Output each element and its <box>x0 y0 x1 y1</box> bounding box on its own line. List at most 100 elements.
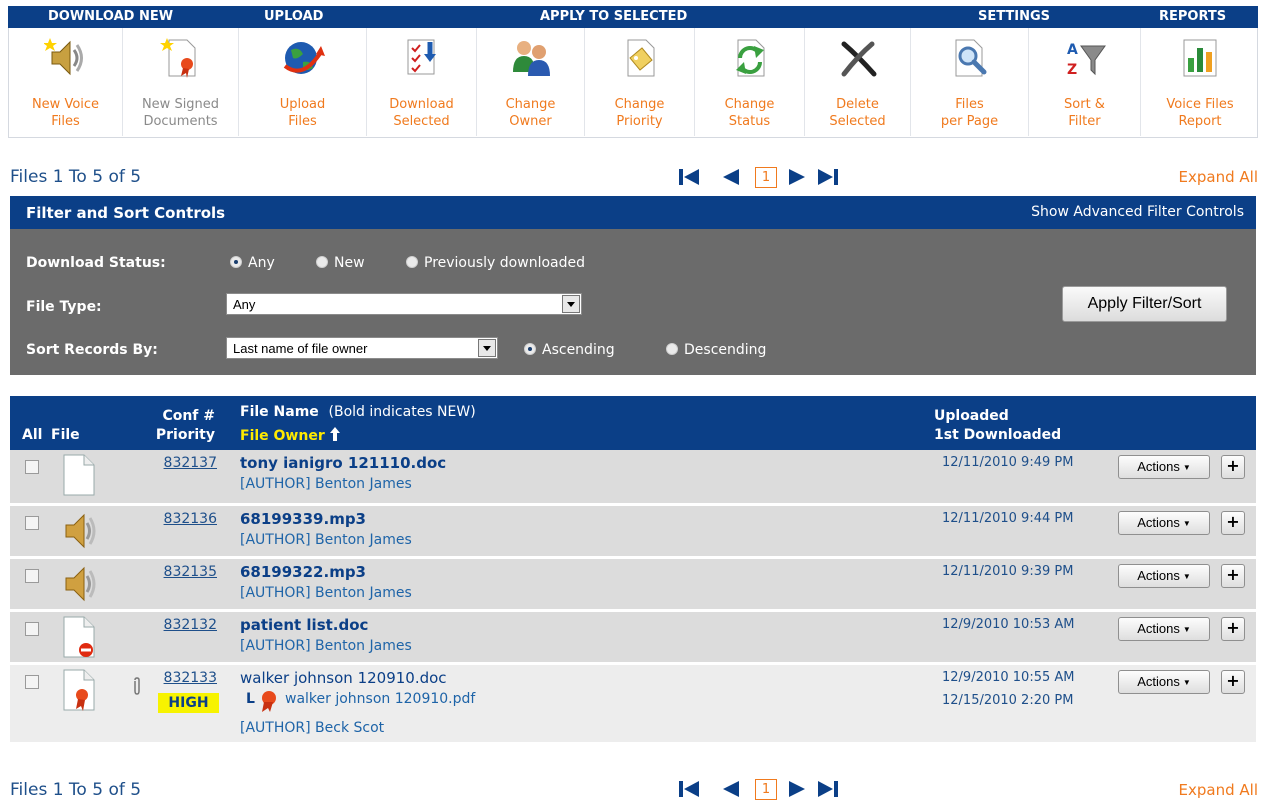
conf-number-link[interactable]: 832133 <box>164 670 217 686</box>
chevron-down-icon: ▼ <box>1182 678 1191 687</box>
status-radio-any[interactable]: Any <box>230 255 275 271</box>
download-checklist-icon <box>407 39 436 75</box>
actions-dropdown[interactable]: Actions ▼ <box>1118 511 1210 535</box>
toolbar-label: Upload Files <box>279 97 326 129</box>
file-name-link[interactable]: tony ianigro 121110.doc <box>240 454 446 472</box>
conf-number-link[interactable]: 832132 <box>164 617 217 633</box>
toolbar-label: New Voice Files <box>31 97 100 129</box>
sort-radio-descending[interactable]: Descending <box>666 342 766 358</box>
file-name-link[interactable]: 68199322.mp3 <box>240 563 366 581</box>
bar-chart-report-icon <box>1183 39 1217 77</box>
toolbar-label: Change Priority <box>614 97 665 129</box>
change-status-button[interactable]: Change Status <box>695 28 805 136</box>
files-per-page-button[interactable]: Files per Page <box>911 28 1029 136</box>
current-page[interactable]: 1 <box>755 779 777 800</box>
magnifier-page-icon <box>955 39 986 77</box>
actions-dropdown[interactable]: Actions ▼ <box>1118 617 1210 641</box>
expand-row-button[interactable]: + <box>1221 617 1245 641</box>
files-count-bottom: Files 1 To 5 of 5 <box>10 780 142 800</box>
new-signed-documents-button[interactable]: New Signed Documents <box>123 28 239 136</box>
filter-header: Filter and Sort Controls Show Advanced F… <box>10 196 1256 229</box>
group-apply-to-selected: APPLY TO SELECTED <box>540 9 688 24</box>
uploaded-date: 12/9/2010 10:55 AM <box>942 670 1075 685</box>
next-page-icon[interactable] <box>787 778 809 800</box>
select-value: Last name of file owner <box>233 341 368 356</box>
conf-number-link[interactable]: 832136 <box>164 511 217 527</box>
expand-row-button[interactable]: + <box>1221 511 1245 535</box>
row-checkbox[interactable] <box>25 569 39 583</box>
actions-dropdown[interactable]: Actions ▼ <box>1118 670 1210 694</box>
actions-dropdown[interactable]: Actions ▼ <box>1118 455 1210 479</box>
last-page-icon[interactable] <box>817 778 841 800</box>
toolbar-label: Voice Files Report <box>1166 97 1234 129</box>
uploaded-date: 12/11/2010 9:44 PM <box>942 511 1074 526</box>
svg-text:Z: Z <box>1067 62 1077 78</box>
chevron-down-icon: ▼ <box>1182 519 1191 528</box>
sort-radio-ascending[interactable]: Ascending <box>524 342 615 358</box>
radio-icon <box>406 256 418 268</box>
col-uploaded: Uploaded <box>934 408 1009 424</box>
voice-files-report-button[interactable]: Voice Files Report <box>1141 28 1259 136</box>
col-file-owner-label: File Owner <box>240 428 325 444</box>
upload-files-button[interactable]: Upload Files <box>239 28 367 136</box>
sort-filter-button[interactable]: A Z Sort & Filter <box>1029 28 1141 136</box>
first-page-icon[interactable] <box>678 166 700 188</box>
filter-title: Filter and Sort Controls <box>26 204 226 222</box>
table-row[interactable]: 832132 patient list.doc [AUTHOR] Benton … <box>10 612 1256 662</box>
sort-records-label: Sort Records By: <box>26 342 158 358</box>
expand-row-button[interactable]: + <box>1221 564 1245 588</box>
table-row[interactable]: 832133 HIGH walker johnson 120910.doc L … <box>10 665 1256 742</box>
signed-file-link[interactable]: walker johnson 120910.pdf <box>285 691 475 707</box>
group-reports: REPORTS <box>1159 9 1227 24</box>
toolbar-label: Download Selected <box>389 97 454 129</box>
status-radio-previously-downloaded[interactable]: Previously downloaded <box>406 255 585 271</box>
conf-number-link[interactable]: 832135 <box>164 564 217 580</box>
row-checkbox[interactable] <box>25 516 39 530</box>
conf-number-link[interactable]: 832137 <box>164 455 217 471</box>
chevron-down-icon: ▼ <box>1182 572 1191 581</box>
priority-high-badge: HIGH <box>158 693 219 713</box>
table-row[interactable]: 832135 68199322.mp3 [AUTHOR] Benton Jame… <box>10 559 1256 609</box>
speaker-icon <box>65 566 96 602</box>
expand-row-button[interactable]: + <box>1221 670 1245 694</box>
chevron-down-icon <box>562 295 580 313</box>
row-checkbox[interactable] <box>25 460 39 474</box>
delete-selected-button[interactable]: Delete Selected <box>805 28 911 136</box>
next-page-icon[interactable] <box>787 166 809 188</box>
apply-filter-button[interactable]: Apply Filter/Sort <box>1062 286 1227 322</box>
status-radio-new[interactable]: New <box>316 255 365 271</box>
change-priority-button[interactable]: Change Priority <box>585 28 695 136</box>
file-owner: [AUTHOR] Benton James <box>240 532 412 548</box>
last-page-icon[interactable] <box>817 166 841 188</box>
previous-page-icon[interactable] <box>719 778 741 800</box>
actions-label: Actions <box>1137 674 1180 689</box>
actions-label: Actions <box>1137 459 1180 474</box>
first-page-icon[interactable] <box>678 778 700 800</box>
file-name-link[interactable]: 68199339.mp3 <box>240 510 366 528</box>
toolbar-label: Files per Page <box>940 97 999 129</box>
actions-label: Actions <box>1137 621 1180 636</box>
col-file-owner[interactable]: File Owner <box>240 427 340 444</box>
download-selected-button[interactable]: Download Selected <box>367 28 477 136</box>
advanced-filter-link[interactable]: Show Advanced Filter Controls <box>1031 204 1244 220</box>
expand-row-button[interactable]: + <box>1221 455 1245 479</box>
actions-dropdown[interactable]: Actions ▼ <box>1118 564 1210 588</box>
new-voice-files-button[interactable]: New Voice Files <box>9 28 123 136</box>
expand-all-link-bottom[interactable]: Expand All <box>1179 781 1258 799</box>
group-settings: SETTINGS <box>978 9 1051 24</box>
file-name-link[interactable]: patient list.doc <box>240 616 368 634</box>
radio-label: Descending <box>684 342 767 358</box>
sort-by-select[interactable]: Last name of file owner <box>226 337 498 359</box>
file-name-link[interactable]: walker johnson 120910.doc <box>240 669 447 687</box>
row-checkbox[interactable] <box>25 675 39 689</box>
row-checkbox[interactable] <box>25 622 39 636</box>
file-type-select[interactable]: Any <box>226 293 582 315</box>
previous-page-icon[interactable] <box>719 166 741 188</box>
delete-x-icon <box>841 41 876 77</box>
table-row[interactable]: 832137 tony ianigro 121110.doc [AUTHOR] … <box>10 450 1256 503</box>
expand-all-link-top[interactable]: Expand All <box>1179 168 1258 186</box>
change-owner-button[interactable]: Change Owner <box>477 28 585 136</box>
current-page[interactable]: 1 <box>755 167 777 188</box>
uploaded-date: 12/11/2010 9:49 PM <box>942 455 1074 470</box>
table-row[interactable]: 832136 68199339.mp3 [AUTHOR] Benton Jame… <box>10 506 1256 556</box>
